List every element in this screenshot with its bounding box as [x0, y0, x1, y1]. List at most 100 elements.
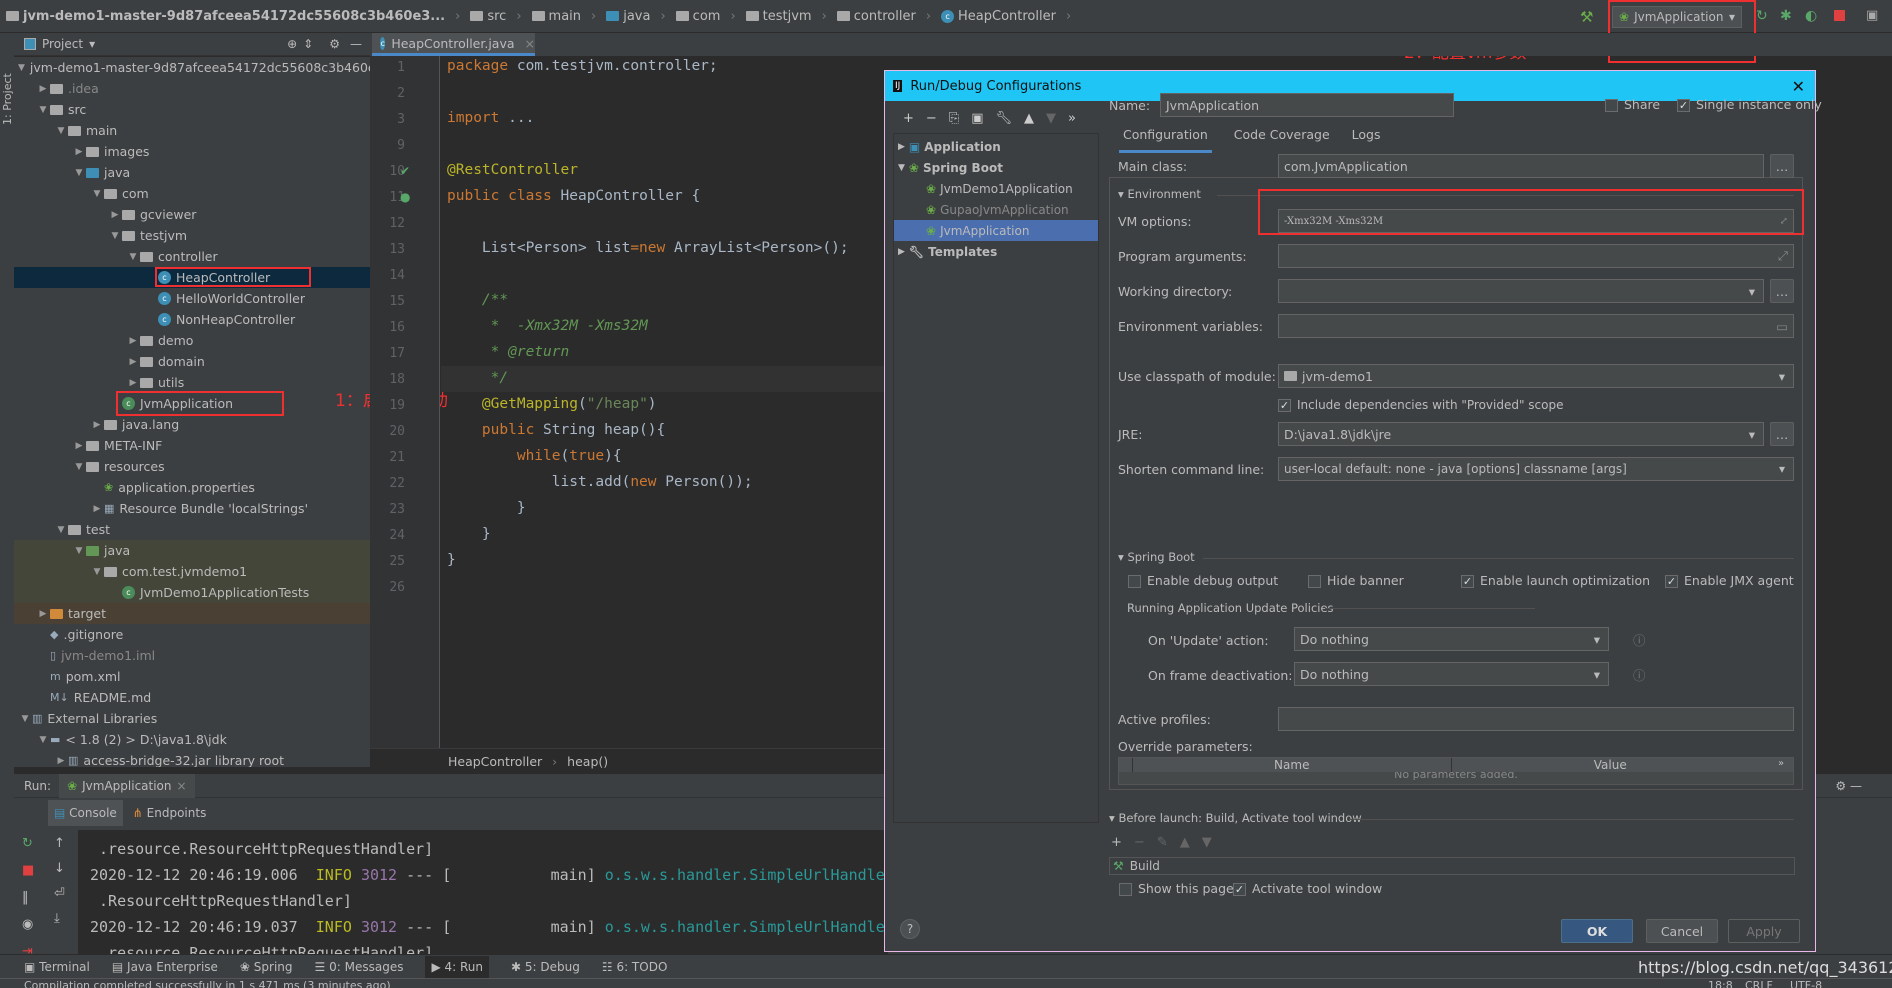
- folder-icon[interactable]: ▭: [1776, 319, 1788, 334]
- code-line[interactable]: List<Person> list=new ArrayList<Person>(…: [447, 240, 849, 256]
- breadcrumb-item[interactable]: controller: [836, 9, 937, 24]
- expand-right-icon[interactable]: ▶: [72, 441, 86, 451]
- env-vars-input[interactable]: ▭: [1278, 314, 1794, 338]
- expand-right-icon[interactable]: ▶: [90, 504, 104, 514]
- checkbox[interactable]: [1308, 575, 1321, 588]
- collapse-all-icon[interactable]: ⇕: [303, 37, 313, 51]
- save-icon[interactable]: ▣: [971, 111, 983, 126]
- code-line[interactable]: */: [447, 370, 508, 386]
- code-line[interactable]: * -Xmx32M -Xms32M: [447, 318, 648, 334]
- cursor-position[interactable]: 18:8: [1708, 979, 1733, 988]
- tree-item[interactable]: ▶ .idea: [14, 78, 370, 99]
- tool-tab-spring[interactable]: ❀ Spring: [240, 960, 293, 974]
- endpoints-tab[interactable]: ⋔ Endpoints: [133, 806, 207, 820]
- browse-main-class-button[interactable]: …: [1770, 154, 1794, 178]
- rerun-icon[interactable]: ↻: [1756, 8, 1768, 24]
- help-button[interactable]: ?: [900, 919, 920, 939]
- run-gutter-icon[interactable]: ✔: [400, 164, 410, 178]
- tool-tab--messages[interactable]: ☰ 0: Messages: [315, 960, 404, 974]
- tab-code-coverage[interactable]: Code Coverage: [1234, 127, 1330, 153]
- tree-item[interactable]: ▶ utils: [14, 372, 370, 393]
- checkbox-checked[interactable]: ✓: [1461, 575, 1474, 588]
- jre-select[interactable]: D:\java1.8\jdk\jre: [1278, 422, 1764, 446]
- ok-button[interactable]: OK: [1561, 919, 1633, 943]
- tree-item[interactable]: ▶ ▥ access-bridge-32.jar library root: [14, 750, 370, 767]
- tree-item[interactable]: ▼ com: [14, 183, 370, 204]
- code-line[interactable]: }: [447, 552, 456, 568]
- move-up-icon[interactable]: ▲: [1180, 835, 1190, 850]
- apply-button[interactable]: Apply: [1728, 919, 1800, 943]
- close-icon[interactable]: ✕: [1792, 77, 1805, 96]
- name-input[interactable]: JvmApplication: [1160, 93, 1454, 117]
- code-line[interactable]: package com.testjvm.controller;: [447, 58, 718, 74]
- move-up-icon[interactable]: ▲: [1024, 111, 1034, 126]
- tree-item[interactable]: ▶ META-INF: [14, 435, 370, 456]
- expand-right-icon[interactable]: ▶: [126, 357, 140, 367]
- tree-item[interactable]: ▼ ▥ External Libraries: [14, 708, 370, 729]
- tree-item[interactable]: ▯ jvm-demo1.iml: [14, 645, 370, 666]
- spring-boot-section[interactable]: ▾ Spring Boot: [1118, 550, 1195, 564]
- expand-down-icon[interactable]: ▼: [90, 189, 104, 199]
- help-icon[interactable]: ⓘ: [1633, 630, 1646, 649]
- line-separator[interactable]: CRLF: [1745, 979, 1773, 988]
- expand-right-icon[interactable]: ▶: [54, 756, 68, 766]
- checkbox-checked[interactable]: ✓: [1665, 575, 1678, 588]
- pause-icon[interactable]: ‖: [22, 890, 34, 905]
- expand-right-icon[interactable]: ▶: [36, 84, 50, 94]
- config-tree-item[interactable]: ▼ ❀ Spring Boot: [894, 157, 1098, 178]
- code-line[interactable]: list.add(new Person());: [447, 474, 753, 490]
- edit-icon[interactable]: ✎: [1157, 835, 1168, 850]
- tree-item[interactable]: ▶ ▦ Resource Bundle 'localStrings': [14, 498, 370, 519]
- tool-tab--debug[interactable]: ✱ 5: Debug: [511, 960, 580, 974]
- code-line[interactable]: }: [447, 526, 491, 542]
- tree-item[interactable]: ▼ jvm-demo1-master-9d87afceea54172dc55608…: [14, 57, 370, 78]
- expand-down-icon[interactable]: ▼: [18, 63, 25, 73]
- camera-icon[interactable]: ◉: [22, 917, 34, 932]
- expand-right-icon[interactable]: ▶: [898, 142, 905, 152]
- checkbox-checked[interactable]: ✓: [1233, 883, 1246, 896]
- tree-item[interactable]: ▼ java: [14, 540, 370, 561]
- expand-down-icon[interactable]: ▼: [898, 163, 905, 173]
- expand-down-icon[interactable]: ▼: [54, 525, 68, 535]
- column-value[interactable]: Value: [1452, 758, 1770, 772]
- tree-item[interactable]: ▼ testjvm: [14, 225, 370, 246]
- code-line[interactable]: @RestController: [447, 162, 578, 178]
- spring-bean-icon[interactable]: ●: [400, 190, 410, 204]
- column-name[interactable]: Name: [1133, 758, 1452, 772]
- breadcrumb-item[interactable]: com: [675, 9, 742, 24]
- minimize-icon[interactable]: —: [350, 37, 362, 51]
- tree-item[interactable]: ▶ domain: [14, 351, 370, 372]
- locate-icon[interactable]: ⊕: [287, 37, 297, 51]
- tree-item[interactable]: ▼ src: [14, 99, 370, 120]
- help-icon[interactable]: ⓘ: [1633, 665, 1646, 684]
- code-line[interactable]: public String heap(){: [447, 422, 665, 438]
- console-tab[interactable]: ▤ Console: [48, 800, 123, 826]
- expand-right-icon[interactable]: ▶: [126, 336, 140, 346]
- breadcrumb-class[interactable]: HeapController: [448, 754, 542, 769]
- tree-item[interactable]: ▶ images: [14, 141, 370, 162]
- checkbox[interactable]: [1128, 575, 1141, 588]
- remove-icon[interactable]: −: [926, 111, 937, 126]
- code-line[interactable]: /**: [447, 292, 508, 308]
- expand-right-icon[interactable]: ▶: [72, 147, 86, 157]
- tool-tab-java-enterprise[interactable]: ▤ Java Enterprise: [112, 960, 218, 974]
- expand-icon[interactable]: ⤢: [1778, 248, 1788, 264]
- program-args-input[interactable]: ⤢: [1278, 244, 1794, 268]
- expand-down-icon[interactable]: ▼: [108, 231, 122, 241]
- tree-item[interactable]: ❀ application.properties: [14, 477, 370, 498]
- copy-icon[interactable]: ⎘: [949, 111, 959, 126]
- on-update-select[interactable]: Do nothing: [1294, 627, 1609, 651]
- show-page-checkbox[interactable]: Show this page: [1119, 881, 1234, 896]
- tree-item[interactable]: ▶ demo: [14, 330, 370, 351]
- more-icon[interactable]: »: [1769, 758, 1793, 772]
- tool-tab--todo[interactable]: ☷ 6: TODO: [602, 960, 668, 974]
- tree-item[interactable]: ▼ java: [14, 162, 370, 183]
- breadcrumb-item[interactable]: jvm-demo1-master-9d87afceea54172dc55608c…: [6, 9, 466, 24]
- tree-item[interactable]: ▶ java.lang: [14, 414, 370, 435]
- code-line[interactable]: }: [447, 500, 526, 516]
- expand-down-icon[interactable]: ▼: [72, 168, 86, 178]
- code-line[interactable]: while(true){: [447, 448, 622, 464]
- tree-item[interactable]: ▼ ▬ < 1.8 (2) > D:\java1.8\jdk: [14, 729, 370, 750]
- checkbox-checked[interactable]: ✓: [1677, 99, 1690, 112]
- stop-icon[interactable]: ■: [22, 863, 34, 878]
